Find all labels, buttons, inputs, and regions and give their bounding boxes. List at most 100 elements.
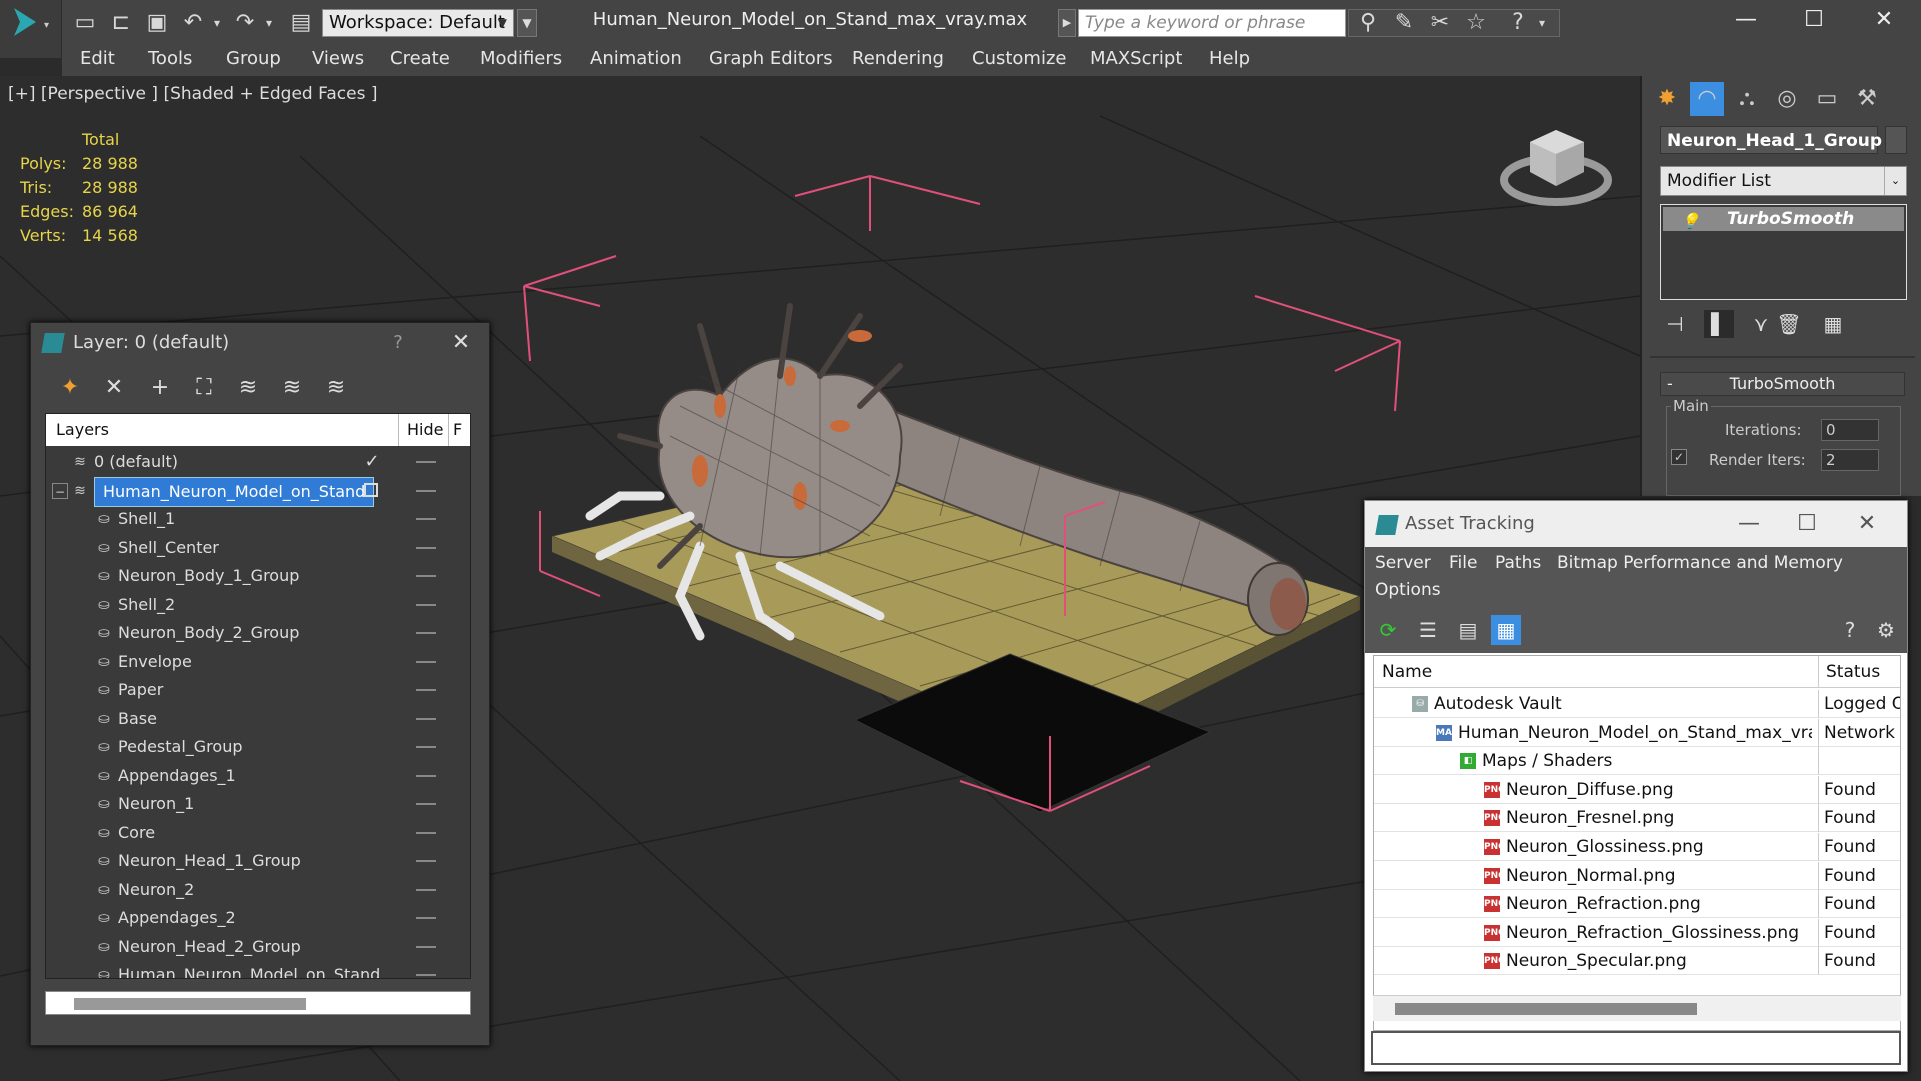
menu-rendering[interactable]: Rendering bbox=[852, 48, 944, 69]
hide-toggle[interactable] bbox=[416, 632, 436, 634]
hide-toggle[interactable] bbox=[416, 575, 436, 577]
help-icon[interactable]: ? bbox=[1505, 10, 1531, 36]
comm-center-icon[interactable]: ✂ bbox=[1427, 10, 1453, 36]
menu-group[interactable]: Group bbox=[226, 48, 281, 69]
col-layers[interactable]: Layers bbox=[56, 420, 109, 439]
thumbnail-view-icon[interactable]: ▤ bbox=[1453, 615, 1483, 645]
hide-toggle[interactable] bbox=[416, 831, 436, 834]
vault-help-icon[interactable]: ? bbox=[1835, 615, 1865, 645]
select-objects-icon[interactable]: ⛶ bbox=[187, 371, 221, 405]
tab-motion-icon[interactable]: ◎ bbox=[1770, 82, 1804, 116]
layer-row[interactable]: ⛀ Paper bbox=[46, 676, 470, 704]
asset-row[interactable]: ◧ Maps / Shaders bbox=[1374, 747, 1900, 776]
layer-row[interactable]: ≋ 0 (default) ✓ bbox=[46, 448, 470, 476]
asset-row[interactable]: PNG Neuron_Glossiness.png Found bbox=[1374, 833, 1900, 861]
modifier-list-dropdown[interactable]: Modifier List ⌄ bbox=[1660, 166, 1907, 196]
layer-row[interactable]: ⛀ Appendages_2 bbox=[46, 904, 470, 932]
workspace-menu-button[interactable]: ▼ bbox=[517, 9, 537, 37]
menu-create[interactable]: Create bbox=[390, 48, 450, 69]
hide-toggle[interactable] bbox=[416, 603, 436, 606]
hide-toggle[interactable] bbox=[416, 974, 436, 976]
asset-row[interactable]: PNG Neuron_Refraction.png Found bbox=[1374, 890, 1900, 919]
current-layer-check-icon[interactable]: ✓ bbox=[364, 453, 380, 471]
asset-path-field[interactable] bbox=[1371, 1031, 1901, 1065]
pin-stack-icon[interactable]: ⊣ bbox=[1660, 310, 1690, 338]
close-icon[interactable]: ✕ bbox=[441, 323, 481, 363]
save-icon[interactable]: ▣ bbox=[144, 10, 170, 36]
layer-row[interactable]: ⛀ Shell_1 bbox=[46, 505, 470, 533]
binoculars-icon[interactable]: ⚲ bbox=[1355, 10, 1381, 36]
close-window-button[interactable]: ✕ bbox=[1854, 0, 1914, 44]
layer-window-titlebar[interactable]: Layer: 0 (default) bbox=[31, 323, 489, 363]
menu-edit[interactable]: Edit bbox=[80, 48, 115, 69]
undo-dropdown-icon[interactable]: ▾ bbox=[204, 10, 230, 36]
scrollbar-thumb[interactable] bbox=[1395, 1003, 1697, 1015]
layer-row[interactable]: ⛀ Shell_2 bbox=[46, 591, 470, 619]
minimize-button[interactable]: — bbox=[1729, 501, 1769, 547]
hide-toggle[interactable] bbox=[416, 860, 436, 862]
minimize-button[interactable]: — bbox=[1716, 0, 1776, 44]
show-end-result-icon[interactable]: ▌ bbox=[1704, 310, 1734, 338]
redo-dropdown-icon[interactable]: ▾ bbox=[256, 10, 282, 36]
layer-row[interactable]: ⛀ Human_Neuron_Model_on_Stand bbox=[46, 961, 470, 978]
layer-row[interactable]: ⛀ Pedestal_Group bbox=[46, 733, 470, 761]
hide-toggle[interactable] bbox=[416, 746, 436, 748]
menu-paths[interactable]: Paths bbox=[1495, 553, 1541, 573]
menu-views[interactable]: Views bbox=[312, 48, 364, 69]
layer-row[interactable]: ⛀ Neuron_1 bbox=[46, 790, 470, 818]
hide-toggle[interactable] bbox=[416, 888, 436, 891]
redo-icon[interactable]: ↷ bbox=[232, 10, 258, 36]
configure-modifier-sets-icon[interactable]: ▦ bbox=[1818, 310, 1848, 338]
layer-row[interactable]: ⛀ Neuron_Body_2_Group bbox=[46, 619, 470, 647]
scrollbar-thumb[interactable] bbox=[74, 998, 306, 1010]
open-file-icon[interactable]: ⊏ bbox=[108, 10, 134, 36]
asset-row[interactable]: PNG Neuron_Refraction_Glossiness.png Found bbox=[1374, 918, 1900, 947]
column-divider[interactable] bbox=[1818, 656, 1819, 688]
tab-hierarchy-icon[interactable]: ⛬ bbox=[1730, 82, 1764, 116]
object-name-field[interactable]: Neuron_Head_1_Group bbox=[1660, 126, 1882, 154]
layer-row[interactable]: ⛀ Neuron_Head_2_Group bbox=[46, 933, 470, 961]
tools-icon[interactable]: ✎ bbox=[1391, 10, 1417, 36]
workspace-dropdown[interactable]: Workspace: Default ▼ bbox=[322, 9, 514, 37]
horizontal-scrollbar[interactable] bbox=[45, 991, 471, 1015]
asset-row[interactable]: PNG Neuron_Diffuse.png Found bbox=[1374, 775, 1900, 804]
undo-icon[interactable]: ↶ bbox=[180, 10, 206, 36]
lightbulb-icon[interactable]: 💡 bbox=[1681, 209, 1700, 233]
layer-row[interactable]: ⛀ Neuron_2 bbox=[46, 876, 470, 904]
delete-layer-icon[interactable]: ✕ bbox=[97, 371, 131, 405]
asset-row[interactable]: MAX Human_Neuron_Model_on_Stand_max_vra..… bbox=[1374, 718, 1900, 747]
col-name[interactable]: Name bbox=[1382, 662, 1432, 682]
project-folder-icon[interactable]: ▤ bbox=[288, 10, 314, 36]
hide-toggle[interactable] bbox=[416, 518, 436, 520]
horizontal-scrollbar[interactable] bbox=[1373, 995, 1901, 1021]
remove-modifier-icon[interactable]: 🗑 bbox=[1774, 310, 1804, 338]
hide-toggle[interactable] bbox=[416, 717, 436, 720]
layer-row[interactable]: ⛀ Envelope bbox=[46, 648, 470, 676]
search-expand-button[interactable]: ▶ bbox=[1058, 9, 1076, 37]
hide-toggle[interactable] bbox=[416, 489, 436, 492]
render-iters-spinner[interactable]: 2 bbox=[1821, 449, 1879, 471]
layer-row[interactable]: − ≋ Human_Neuron_Model_on_Stand bbox=[46, 476, 470, 507]
add-to-layer-icon[interactable]: + bbox=[143, 371, 177, 405]
make-unique-icon[interactable]: ⋎ bbox=[1746, 310, 1776, 338]
hide-all-icon[interactable]: ≋ bbox=[275, 371, 309, 405]
menu-file[interactable]: File bbox=[1449, 553, 1477, 573]
hide-toggle[interactable] bbox=[416, 546, 436, 549]
asset-row[interactable]: PNG Neuron_Fresnel.png Found bbox=[1374, 804, 1900, 833]
tab-utilities-icon[interactable]: ⚒ bbox=[1850, 82, 1884, 116]
tab-create-icon[interactable]: ✸ bbox=[1650, 82, 1684, 116]
layer-row[interactable]: ⛀ Neuron_Body_1_Group bbox=[46, 562, 470, 590]
layer-row[interactable]: ⛀ Core bbox=[46, 819, 470, 847]
highlight-layer-icon[interactable]: ≋ bbox=[231, 371, 265, 405]
asset-row[interactable]: ⛁ Autodesk Vault Logged O bbox=[1374, 690, 1900, 718]
maximize-button[interactable]: ☐ bbox=[1784, 0, 1844, 44]
create-layer-icon[interactable]: ✦ bbox=[53, 371, 87, 405]
maximize-button[interactable]: ☐ bbox=[1787, 501, 1827, 547]
menu-maxscript[interactable]: MAXScript bbox=[1090, 48, 1182, 69]
table-view-icon[interactable]: ▦ bbox=[1491, 615, 1521, 645]
close-icon[interactable]: ✕ bbox=[1847, 501, 1887, 547]
hide-toggle[interactable] bbox=[416, 660, 436, 663]
menu-bitmap-performance[interactable]: Bitmap Performance and Memory bbox=[1557, 553, 1843, 573]
app-logo[interactable]: ▾ bbox=[0, 0, 62, 58]
new-file-icon[interactable]: ▭ bbox=[72, 10, 98, 36]
